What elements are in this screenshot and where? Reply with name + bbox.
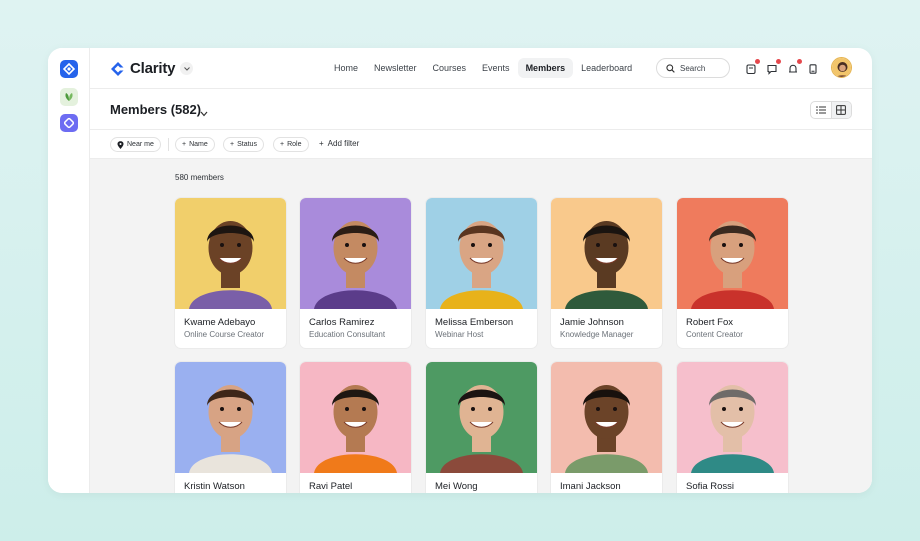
search-label: Search [680,63,706,73]
member-name: Ravi Patel [309,481,353,492]
near-me-filter[interactable]: Near me [110,137,161,152]
plus-icon: + [230,141,235,148]
page-header: Members (582) [90,89,872,130]
member-card[interactable]: Robert Fox Content Creator [677,198,788,348]
add-filter-button[interactable]: + Add filter [319,139,359,148]
main-area: Clarity Home Newsletter Courses Events M… [90,48,872,493]
bookmarks-button[interactable] [807,62,819,74]
messages-button[interactable] [766,59,781,75]
member-card[interactable]: Kristin Watson [175,362,286,493]
user-avatar[interactable] [831,57,852,78]
clarity-logo-icon [111,61,126,76]
member-card[interactable]: Melissa Emberson Webinar Host [426,198,537,348]
member-photo [677,362,788,473]
inbox-icon [746,64,756,75]
top-navbar: Clarity Home Newsletter Courses Events M… [90,48,872,89]
member-role: Education Consultant [309,330,386,339]
member-photo [426,362,537,473]
nav-events[interactable]: Events [474,58,518,78]
status-filter-label: Status [237,141,257,148]
plus-icon: + [280,141,285,148]
bell-icon [789,64,797,73]
member-card[interactable]: Carlos Ramirez Education Consultant [300,198,411,348]
member-name: Robert Fox [686,317,733,328]
list-view-button[interactable] [811,102,831,118]
member-role: Online Course Creator [184,330,265,339]
nav-home[interactable]: Home [326,58,366,78]
plus-icon: + [182,141,187,148]
search-icon [666,63,675,73]
chat-icon [767,64,777,75]
member-card[interactable]: Sofia Rossi [677,362,788,493]
notifications-button[interactable] [745,59,760,75]
add-filter-label: Add filter [327,139,360,148]
bookmark-icon [809,64,817,74]
nav-newsletter[interactable]: Newsletter [366,58,425,78]
member-photo [175,198,286,309]
member-photo [300,362,411,473]
member-name: Imani Jackson [560,481,621,492]
brand-name: Clarity [130,60,176,77]
member-name: Jamie Johnson [560,317,624,328]
member-card[interactable]: Mei Wong [426,362,537,493]
member-role: Content Creator [686,330,743,339]
app-switcher-rail [48,48,90,493]
location-pin-icon [117,140,124,149]
view-toggle [810,101,852,119]
notification-badge [755,59,760,64]
member-name: Kwame Adebayo [184,317,256,328]
plus-icon: + [319,139,324,148]
member-role: Knowledge Manager [560,330,634,339]
nav-courses[interactable]: Courses [425,58,475,78]
search-input[interactable]: Search [656,58,730,78]
member-name: Carlos Ramirez [309,317,375,328]
sync-app-icon[interactable] [60,114,78,132]
name-filter-label: Name [189,141,208,148]
member-photo [677,198,788,309]
app-window: Clarity Home Newsletter Courses Events M… [48,48,872,493]
grid-view-button[interactable] [830,102,851,118]
name-filter[interactable]: + Name [175,137,215,152]
brand-logo[interactable]: Clarity [110,60,175,77]
members-dropdown-button[interactable] [200,104,208,122]
member-photo [175,362,286,473]
role-filter[interactable]: + Role [273,137,309,152]
member-card[interactable]: Ravi Patel [300,362,411,493]
member-card[interactable]: Imani Jackson [551,362,662,493]
status-filter[interactable]: + Status [223,137,264,152]
nav-members[interactable]: Members [517,58,574,78]
member-photo [300,198,411,309]
member-photo [551,362,662,473]
member-card[interactable]: Jamie Johnson Knowledge Manager [551,198,662,348]
member-name: Kristin Watson [184,481,245,492]
grid-icon [836,105,847,115]
page-title: Members (582) [110,102,202,117]
member-card[interactable]: Kwame Adebayo Online Course Creator [175,198,286,348]
member-photo [551,198,662,309]
members-grid-area: 580 members Kwame Adebayo Online Course C… [90,159,872,493]
chevron-down-icon [183,66,190,71]
member-count: 580 members [175,173,224,182]
list-icon [816,106,826,114]
leaf-app-icon[interactable] [60,88,78,106]
main-nav: Home Newsletter Courses Events Members L… [326,58,640,78]
member-name: Sofia Rossi [686,481,735,492]
filter-bar: Near me + Name + Status + Role + Add fil… [90,130,872,159]
workspace-switcher-button[interactable] [180,62,193,75]
near-me-label: Near me [127,141,154,148]
member-name: Melissa Emberson [435,317,514,328]
clarity-app-icon[interactable] [60,60,78,78]
filter-divider [168,138,169,151]
message-badge [776,59,781,64]
nav-leaderboard[interactable]: Leaderboard [573,58,640,78]
member-role: Webinar Host [435,330,484,339]
activity-badge [797,59,802,64]
activity-button[interactable] [787,59,802,74]
chevron-down-icon [200,111,208,117]
member-photo [426,198,537,309]
member-name: Mei Wong [435,481,478,492]
role-filter-label: Role [287,141,302,148]
